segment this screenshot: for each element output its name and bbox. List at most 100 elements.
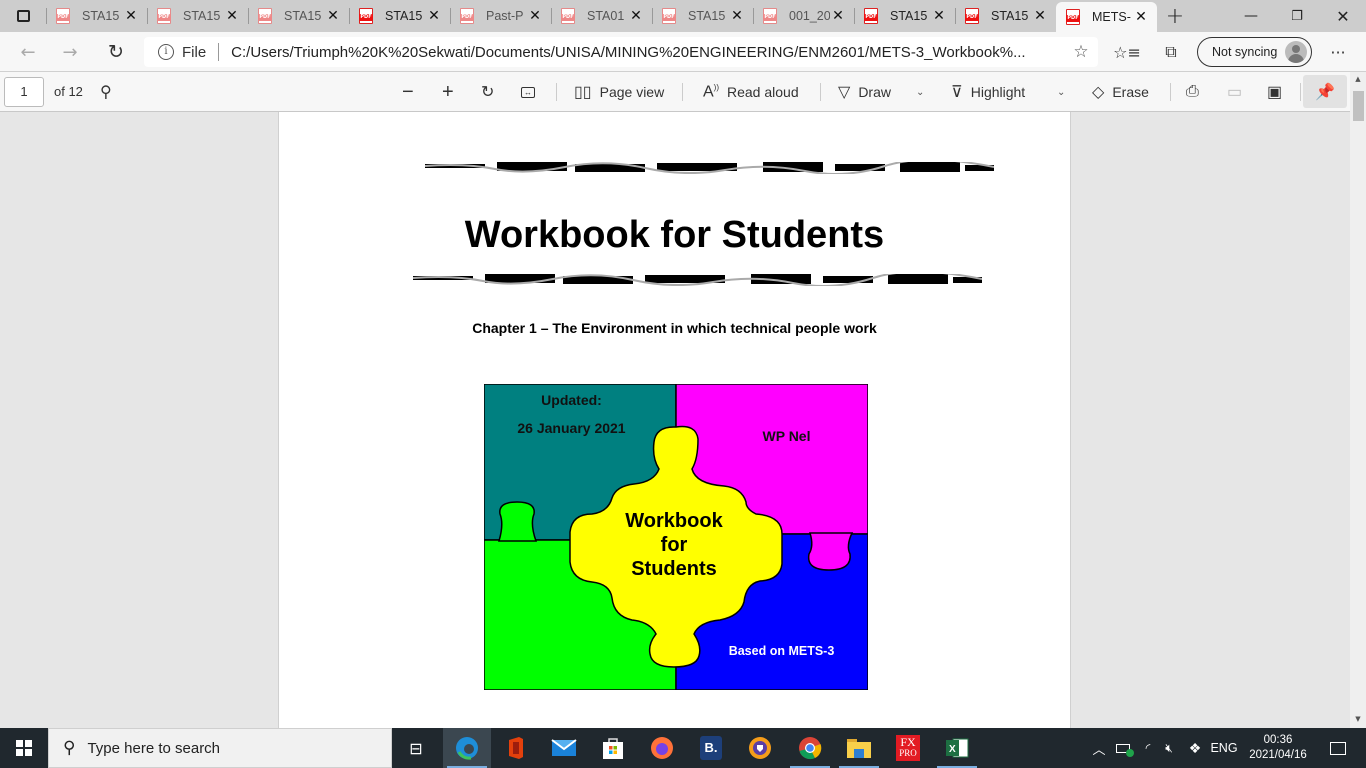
taskbar-edge[interactable]: [443, 728, 491, 768]
vpn-browser-icon: [749, 737, 771, 759]
new-tab-button[interactable]: +: [1157, 4, 1193, 29]
close-tab-icon[interactable]: ✕: [729, 8, 745, 24]
draw-button[interactable]: ▽ Draw: [838, 80, 891, 104]
taskbar-mail[interactable]: [540, 728, 588, 768]
save-as-button[interactable]: ▣: [1267, 80, 1282, 104]
close-tab-icon[interactable]: ✕: [527, 8, 543, 24]
tab[interactable]: PDF Past-P ✕: [450, 0, 551, 32]
taskbar-booking[interactable]: B.: [687, 728, 735, 768]
divider: [556, 83, 557, 101]
erase-button[interactable]: ◇ Erase: [1092, 80, 1149, 104]
close-tab-icon[interactable]: ✕: [1133, 9, 1149, 25]
find-button[interactable]: ⚲: [100, 80, 112, 104]
updated-date: 26 January 2021: [517, 420, 626, 436]
close-tab-icon[interactable]: ✕: [628, 8, 644, 24]
pdf-icon: PDF: [258, 8, 272, 24]
page-number-input[interactable]: 1: [4, 77, 44, 107]
page-view-label: Page view: [599, 84, 665, 100]
url-text[interactable]: C:/Users/Triumph%20K%20Sekwati/Documents…: [231, 44, 1064, 61]
close-tab-icon[interactable]: ✕: [426, 8, 442, 24]
taskbar-search-box[interactable]: ⚲ Type here to search: [48, 728, 392, 768]
tab[interactable]: PDF 001_20 ✕: [753, 0, 854, 32]
chevron-down-icon: ⌄: [916, 86, 925, 98]
pin-toolbar-button[interactable]: 📌: [1303, 75, 1347, 108]
tab[interactable]: PDF STA15 ✕: [955, 0, 1056, 32]
close-tab-icon[interactable]: ✕: [1032, 8, 1048, 24]
scroll-down-arrow[interactable]: ▼: [1350, 712, 1366, 726]
action-center-button[interactable]: [1318, 728, 1358, 768]
wifi-icon[interactable]: ◜: [1138, 728, 1158, 768]
address-bar[interactable]: i File C:/Users/Triumph%20K%20Sekwati/Do…: [144, 37, 1098, 67]
taskbar-firefox[interactable]: [638, 728, 686, 768]
save-button[interactable]: ▭: [1227, 80, 1242, 104]
taskbar-chrome[interactable]: [786, 728, 834, 768]
tab[interactable]: PDF STA15 ✕: [349, 0, 450, 32]
read-aloud-button[interactable]: A)) Read aloud: [703, 80, 799, 104]
refresh-button[interactable]: ↻: [104, 40, 128, 64]
add-favorite-icon[interactable]: ☆: [1064, 42, 1098, 62]
decorative-border-bottom: [413, 274, 982, 286]
erase-label: Erase: [1112, 84, 1149, 100]
clock[interactable]: 00:36 2021/04/16: [1244, 728, 1312, 768]
scroll-thumb[interactable]: [1353, 91, 1364, 121]
taskbar-excel[interactable]: X: [933, 728, 981, 768]
taskbar-fxpro[interactable]: FX PRO: [884, 728, 932, 768]
close-tab-icon[interactable]: ✕: [325, 8, 341, 24]
back-button[interactable]: ←: [16, 40, 40, 64]
tab[interactable]: PDF STA15 ✕: [248, 0, 349, 32]
profile-sync-button[interactable]: Not syncing: [1197, 37, 1312, 67]
info-icon[interactable]: i: [158, 44, 174, 60]
collections-icon: ⧉: [1165, 42, 1177, 61]
restore-button[interactable]: ❐: [1274, 0, 1320, 32]
collections-button[interactable]: ⧉: [1159, 42, 1183, 62]
zoom-out-button[interactable]: −: [402, 80, 414, 104]
arrow-left-icon: ←: [20, 41, 36, 63]
show-hidden-icons-button[interactable]: ︿: [1090, 728, 1108, 768]
vertical-scrollbar[interactable]: ▲ ▼: [1350, 72, 1366, 728]
close-tab-icon[interactable]: ✕: [224, 8, 240, 24]
tab[interactable]: PDF STA15 ✕: [652, 0, 753, 32]
start-button[interactable]: [0, 728, 48, 768]
taskbar-office[interactable]: [492, 728, 540, 768]
tab[interactable]: PDF STA15 ✕: [854, 0, 955, 32]
highlight-button[interactable]: ⊽ Highlight: [951, 80, 1025, 104]
dropbox-icon[interactable]: ❖: [1184, 728, 1206, 768]
tab-active[interactable]: PDF METS- ✕: [1056, 2, 1157, 32]
print-button[interactable]: ⎙: [1186, 80, 1199, 104]
puzzle-cover-graphic: Updated: 26 January 2021 WP Nel Workbook…: [484, 384, 868, 690]
close-tab-icon[interactable]: ✕: [931, 8, 947, 24]
language-indicator[interactable]: ENG: [1208, 728, 1240, 768]
highlight-options-dropdown[interactable]: ⌄: [1057, 80, 1065, 104]
forward-button[interactable]: →: [58, 40, 82, 64]
tab-label: STA15: [284, 9, 322, 23]
taskbar-store[interactable]: [589, 728, 637, 768]
taskbar-file-explorer[interactable]: [835, 728, 883, 768]
tab[interactable]: PDF STA01 ✕: [551, 0, 652, 32]
minimize-button[interactable]: —: [1228, 0, 1274, 32]
favorites-button[interactable]: ☆≡: [1113, 42, 1141, 62]
battery-icon[interactable]: [1112, 728, 1134, 768]
chapter-heading: Chapter 1 – The Environment in which tec…: [472, 320, 877, 336]
avatar: [1285, 41, 1307, 63]
save-icon: ▭: [1227, 84, 1243, 101]
zoom-in-button[interactable]: +: [442, 80, 454, 104]
tab[interactable]: PDF STA15 ✕: [147, 0, 248, 32]
draw-options-dropdown[interactable]: ⌄: [916, 80, 924, 104]
pdf-toolbar: 1 of 12 ⚲ − + ↻ ↔ ▯▯ Page view A)) Read al…: [0, 72, 1350, 112]
fit-to-width-button[interactable]: ↔: [521, 80, 535, 104]
rotate-button[interactable]: ↻: [481, 80, 494, 104]
pdf-icon: PDF: [864, 8, 878, 24]
close-window-button[interactable]: ✕: [1320, 0, 1366, 32]
close-tab-icon[interactable]: ✕: [830, 8, 846, 24]
settings-more-button[interactable]: ···: [1326, 42, 1350, 62]
page-view-button[interactable]: ▯▯ Page view: [574, 80, 664, 104]
volume-muted-icon[interactable]: 🔇︎: [1158, 728, 1180, 768]
scroll-up-arrow[interactable]: ▲: [1350, 72, 1366, 86]
pdf-icon: PDF: [561, 8, 575, 24]
tab-actions-menu-button[interactable]: [0, 0, 46, 32]
taskbar-vpn-browser[interactable]: [736, 728, 784, 768]
tab[interactable]: PDF STA15 ✕: [46, 0, 147, 32]
draw-icon: ▽: [838, 84, 851, 101]
close-tab-icon[interactable]: ✕: [123, 8, 139, 24]
task-view-button[interactable]: ⊟: [392, 728, 440, 768]
